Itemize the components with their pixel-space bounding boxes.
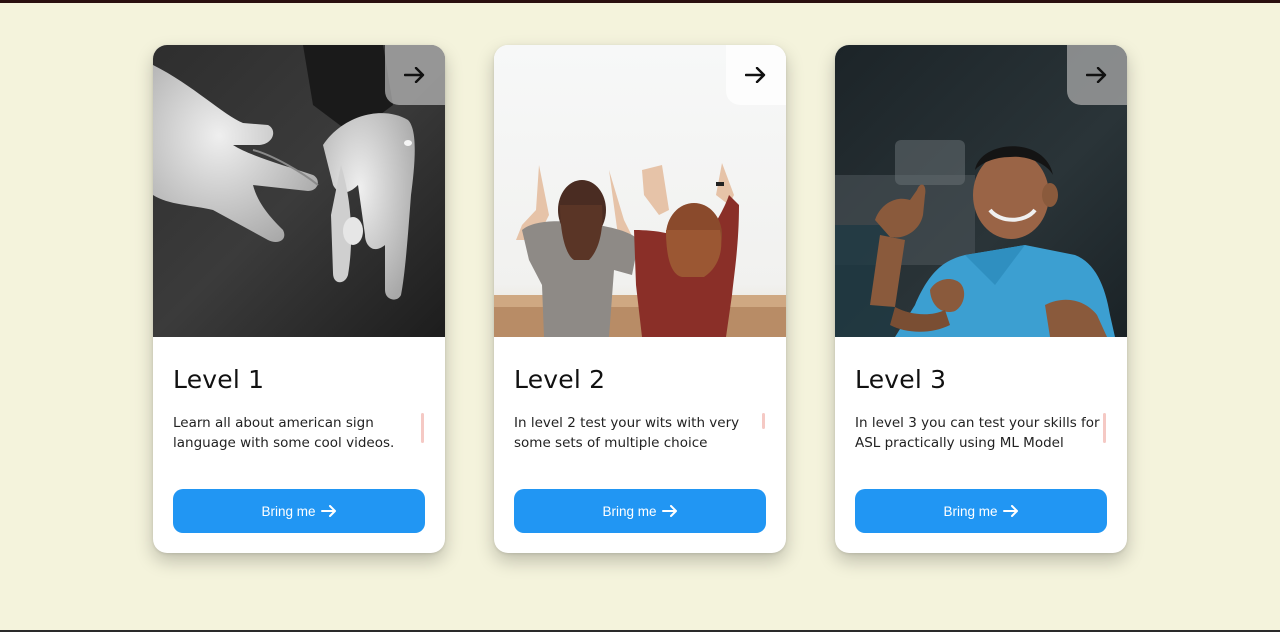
bring-me-button[interactable]: Bring me	[173, 489, 425, 533]
open-level-3-arrow-button[interactable]	[1067, 45, 1127, 105]
bring-me-label: Bring me	[261, 503, 316, 519]
arrow-right-icon	[745, 67, 766, 83]
card-description: In level 3 you can test your skills for …	[855, 415, 1100, 451]
arrow-right-icon	[1002, 505, 1018, 517]
description-scrollbar[interactable]	[1103, 413, 1106, 443]
card-title: Level 2	[514, 365, 606, 394]
level-card-2: Level 2 In level 2 test your wits with v…	[494, 45, 786, 553]
arrow-right-icon	[404, 67, 425, 83]
level-card-1: Level 1 Learn all about american sign la…	[153, 45, 445, 553]
arrow-right-icon	[1086, 67, 1107, 83]
open-level-1-arrow-button[interactable]	[385, 45, 445, 105]
bring-me-button[interactable]: Bring me	[855, 489, 1107, 533]
level-cards: Level 1 Learn all about american sign la…	[0, 0, 1280, 632]
open-level-2-arrow-button[interactable]	[726, 45, 786, 105]
bring-me-label: Bring me	[602, 503, 657, 519]
card-description: Learn all about american sign language w…	[173, 415, 395, 451]
card-title: Level 1	[173, 365, 265, 394]
level-card-3: Level 3 In level 3 you can test your ski…	[835, 45, 1127, 553]
arrow-right-icon	[661, 505, 677, 517]
card-description: In level 2 test your wits with very some…	[514, 415, 740, 451]
arrow-right-icon	[320, 505, 336, 517]
card-title: Level 3	[855, 365, 947, 394]
description-scrollbar[interactable]	[421, 413, 424, 443]
description-scrollbar[interactable]	[762, 413, 765, 429]
bring-me-label: Bring me	[943, 503, 998, 519]
bring-me-button[interactable]: Bring me	[514, 489, 766, 533]
